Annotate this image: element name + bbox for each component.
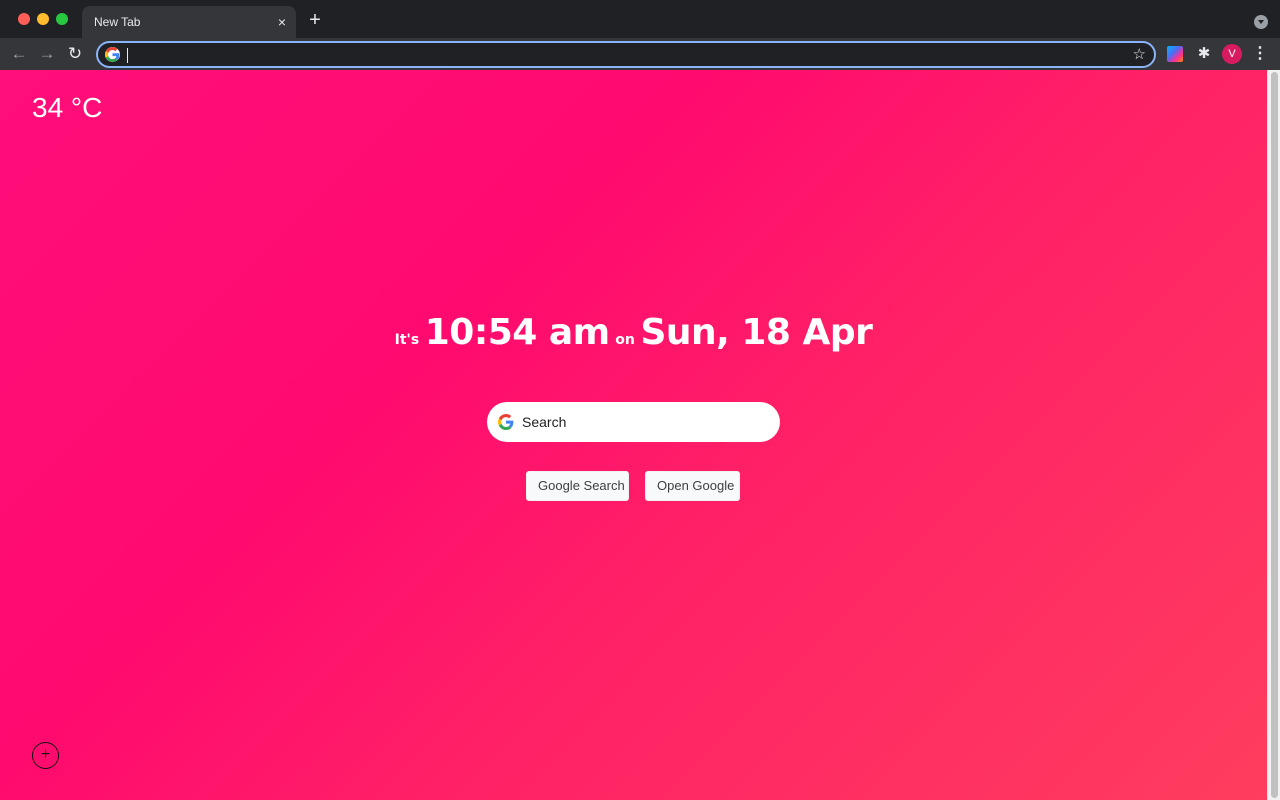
new-tab-page: 34 °C It's 10:54 am on Sun, 18 Apr Googl… (0, 70, 1267, 800)
browser-toolbar: ← → ↻ ☆ ✱ V ⋮ (0, 38, 1280, 70)
search-box[interactable] (487, 402, 780, 442)
reload-icon[interactable]: ↻ (64, 43, 86, 65)
extension-icon[interactable] (1167, 46, 1183, 62)
extensions-puzzle-icon[interactable]: ✱ (1194, 44, 1214, 64)
tab-title: New Tab (94, 15, 141, 29)
scrollbar-thumb[interactable] (1271, 72, 1278, 798)
profile-avatar[interactable]: V (1222, 44, 1242, 64)
google-g-icon (105, 47, 120, 62)
forward-arrow-icon[interactable]: → (36, 43, 58, 65)
close-window-button[interactable] (18, 13, 30, 25)
clock-date: Sun, 18 Apr (640, 312, 873, 353)
maximize-window-button[interactable] (56, 13, 68, 25)
browser-titlebar: New Tab × + (0, 0, 1280, 38)
clock-greeting: It's 10:54 am on Sun, 18 Apr (0, 312, 1267, 353)
search-input[interactable] (522, 402, 767, 442)
menu-dots-icon[interactable]: ⋮ (1252, 44, 1268, 64)
clock-time: 10:54 am (424, 312, 610, 353)
add-icon[interactable]: + (32, 742, 59, 769)
open-google-button[interactable]: Open Google (645, 471, 740, 501)
minimize-window-button[interactable] (37, 13, 49, 25)
google-g-icon (498, 414, 514, 430)
close-icon[interactable]: × (274, 14, 290, 30)
plus-icon[interactable]: + (305, 10, 325, 30)
bookmark-star-icon[interactable]: ☆ (1133, 46, 1146, 64)
weather-temperature: 34 °C (32, 92, 103, 123)
tab-search-icon[interactable] (1254, 15, 1268, 29)
google-search-button[interactable]: Google Search (526, 471, 629, 501)
text-caret (127, 48, 128, 63)
clock-prefix: It's (394, 332, 420, 348)
tab-new-tab[interactable]: New Tab × (82, 6, 296, 38)
back-arrow-icon[interactable]: ← (8, 43, 30, 65)
address-bar[interactable]: ☆ (96, 41, 1156, 68)
clock-joiner: on (615, 332, 635, 348)
page-scrollbar[interactable] (1267, 70, 1280, 800)
